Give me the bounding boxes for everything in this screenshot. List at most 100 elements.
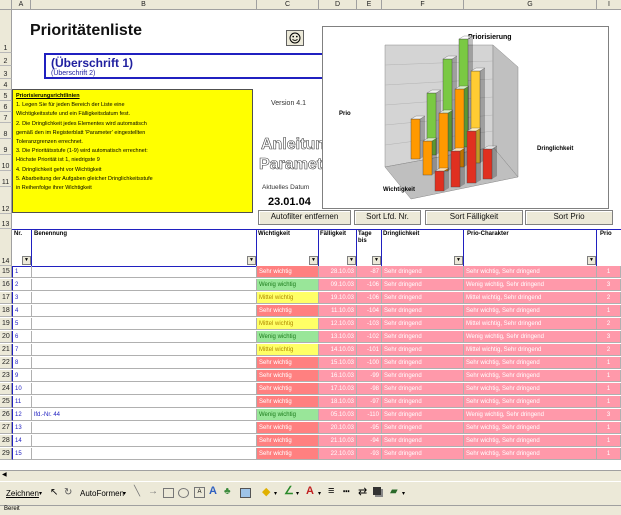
cell-tage-bis[interactable]: -99 (357, 370, 382, 382)
textbox-icon[interactable]: A (194, 487, 205, 498)
cell-nr[interactable]: 15 (12, 448, 32, 460)
table-row[interactable]: 18 4 Sehr wichtig 11.10.03 -104 Sehr dringend… (0, 305, 621, 318)
cell-benennung[interactable] (32, 383, 257, 395)
cell-prio[interactable]: 1 (597, 305, 621, 317)
cell-prio[interactable]: 1 (597, 357, 621, 369)
cell-dringlichkeit[interactable]: Sehr dringend (382, 448, 464, 460)
cell-prio[interactable]: 2 (597, 318, 621, 330)
cell-faelligkeit[interactable]: 19.10.03 (319, 292, 357, 304)
row-header[interactable]: 14 (0, 229, 12, 266)
filter-dropdown-icon[interactable]: ▼ (247, 256, 256, 265)
cell-prio[interactable]: 1 (597, 383, 621, 395)
clipart-icon[interactable]: ♣ (224, 486, 231, 497)
scroll-left-icon[interactable]: ◀ (2, 472, 10, 479)
dash-style-icon[interactable]: ┅ (343, 485, 350, 498)
ellipse-icon[interactable] (178, 488, 189, 498)
table-row[interactable]: 15 1 Sehr wichtig 28.10.03 -87 Sehr dringend S… (0, 266, 621, 279)
cell-benennung[interactable] (32, 292, 257, 304)
sort-prio-button[interactable]: Sort Prio (525, 210, 613, 225)
cell-benennung[interactable] (32, 448, 257, 460)
cell-faelligkeit[interactable]: 16.10.03 (319, 370, 357, 382)
row-header[interactable]: 22 (0, 357, 12, 369)
cell-dringlichkeit[interactable]: Sehr dringend (382, 370, 464, 382)
cell-dringlichkeit[interactable]: Sehr dringend (382, 305, 464, 317)
cell-benennung[interactable] (32, 370, 257, 382)
sort-faelligkeit-button[interactable]: Sort Fälligkeit (425, 210, 523, 225)
row-header[interactable]: 4 (0, 79, 12, 90)
cell-wichtigkeit[interactable]: Sehr wichtig (257, 266, 319, 278)
row-header[interactable]: 6 (0, 101, 12, 112)
cell-tage-bis[interactable]: -97 (357, 396, 382, 408)
col-header-g[interactable]: G (464, 0, 597, 10)
filter-dropdown-icon[interactable]: ▼ (587, 256, 596, 265)
cell-prio[interactable]: 1 (597, 435, 621, 447)
cell-benennung[interactable] (32, 318, 257, 330)
cell-dringlichkeit[interactable]: Sehr dringend (382, 409, 464, 421)
cell-dringlichkeit[interactable]: Sehr dringend (382, 357, 464, 369)
cell-prio-charakter[interactable]: Wenig wichtig, Sehr dringend (464, 409, 597, 421)
table-row[interactable]: 28 14 Sehr wichtig 21.10.03 -94 Sehr dringend… (0, 435, 621, 448)
cell-nr[interactable]: 12 (12, 409, 32, 421)
line-icon[interactable]: ╲ (134, 486, 140, 497)
cell-tage-bis[interactable]: -110 (357, 409, 382, 421)
cell-prio-charakter[interactable]: Sehr wichtig, Sehr dringend (464, 448, 597, 460)
cell-nr[interactable]: 11 (12, 396, 32, 408)
row-header[interactable]: 5 (0, 90, 12, 101)
cell-dringlichkeit[interactable]: Sehr dringend (382, 266, 464, 278)
fill-color-icon[interactable]: ◆ (262, 485, 270, 498)
table-row[interactable]: 17 3 Mittel wichtig 19.10.03 -106 Sehr dringe… (0, 292, 621, 305)
cell-wichtigkeit[interactable]: Wenig wichtig (257, 331, 319, 343)
row-header[interactable]: 7 (0, 112, 12, 123)
cell-benennung[interactable] (32, 331, 257, 343)
cell-wichtigkeit[interactable]: Sehr wichtig (257, 357, 319, 369)
filter-dropdown-icon[interactable]: ▼ (309, 256, 318, 265)
cell-prio-charakter[interactable]: Sehr wichtig, Sehr dringend (464, 383, 597, 395)
cell-nr[interactable]: 5 (12, 318, 32, 330)
row-header[interactable]: 24 (0, 383, 12, 395)
cell-prio[interactable]: 1 (597, 370, 621, 382)
picture-icon[interactable] (240, 488, 251, 498)
cell-faelligkeit[interactable]: 13.10.03 (319, 331, 357, 343)
cell-prio[interactable]: 1 (597, 448, 621, 460)
cell-prio-charakter[interactable]: Sehr wichtig, Sehr dringend (464, 370, 597, 382)
cell-tage-bis[interactable]: -101 (357, 344, 382, 356)
cell-prio-charakter[interactable]: Mittel wichtig, Sehr dringend (464, 318, 597, 330)
corner-select-all[interactable] (0, 0, 12, 10)
cell-tage-bis[interactable]: -104 (357, 305, 382, 317)
cell-wichtigkeit[interactable]: Wenig wichtig (257, 409, 319, 421)
cell-wichtigkeit[interactable]: Wenig wichtig (257, 279, 319, 291)
cell-tage-bis[interactable]: -106 (357, 292, 382, 304)
cell-wichtigkeit[interactable]: Sehr wichtig (257, 422, 319, 434)
sort-lfd-button[interactable]: Sort Lfd. Nr. (354, 210, 421, 225)
col-header-b[interactable]: B (31, 0, 257, 10)
cell-nr[interactable]: 3 (12, 292, 32, 304)
cell-faelligkeit[interactable]: 22.10.03 (319, 448, 357, 460)
row-header[interactable]: 28 (0, 435, 12, 447)
col-header-d[interactable]: D (319, 0, 357, 10)
table-row[interactable]: 26 12 lfd.-Nr. 44 Wenig wichtig 05.10.03 -110… (0, 409, 621, 422)
cell-dringlichkeit[interactable]: Sehr dringend (382, 318, 464, 330)
cell-prio[interactable]: 1 (597, 266, 621, 278)
col-header-f[interactable]: F (382, 0, 464, 10)
row-header[interactable]: 23 (0, 370, 12, 382)
rectangle-icon[interactable] (163, 488, 174, 498)
cell-faelligkeit[interactable]: 28.10.03 (319, 266, 357, 278)
cell-prio-charakter[interactable]: Sehr wichtig, Sehr dringend (464, 435, 597, 447)
row-header[interactable]: 15 (0, 266, 12, 278)
col-header-i[interactable]: I (597, 0, 621, 10)
cell-faelligkeit[interactable]: 21.10.03 (319, 435, 357, 447)
cell-tage-bis[interactable]: -106 (357, 279, 382, 291)
cell-nr[interactable]: 8 (12, 357, 32, 369)
table-row[interactable]: 27 13 Sehr wichtig 20.10.03 -95 Sehr dringend… (0, 422, 621, 435)
wordart-icon[interactable]: A (209, 485, 217, 497)
cell-benennung[interactable] (32, 422, 257, 434)
row-header[interactable]: 9 (0, 139, 12, 155)
cell-nr[interactable]: 10 (12, 383, 32, 395)
table-row[interactable]: 21 7 Mittel wichtig 14.10.03 -101 Sehr dringe… (0, 344, 621, 357)
cell-prio-charakter[interactable]: Sehr wichtig, Sehr dringend (464, 396, 597, 408)
cell-prio[interactable]: 3 (597, 279, 621, 291)
table-row[interactable]: 19 5 Mittel wichtig 12.10.03 -103 Sehr dringe… (0, 318, 621, 331)
cell-faelligkeit[interactable]: 20.10.03 (319, 422, 357, 434)
table-row[interactable]: 22 8 Sehr wichtig 15.10.03 -100 Sehr dringend… (0, 357, 621, 370)
cell-benennung[interactable] (32, 344, 257, 356)
